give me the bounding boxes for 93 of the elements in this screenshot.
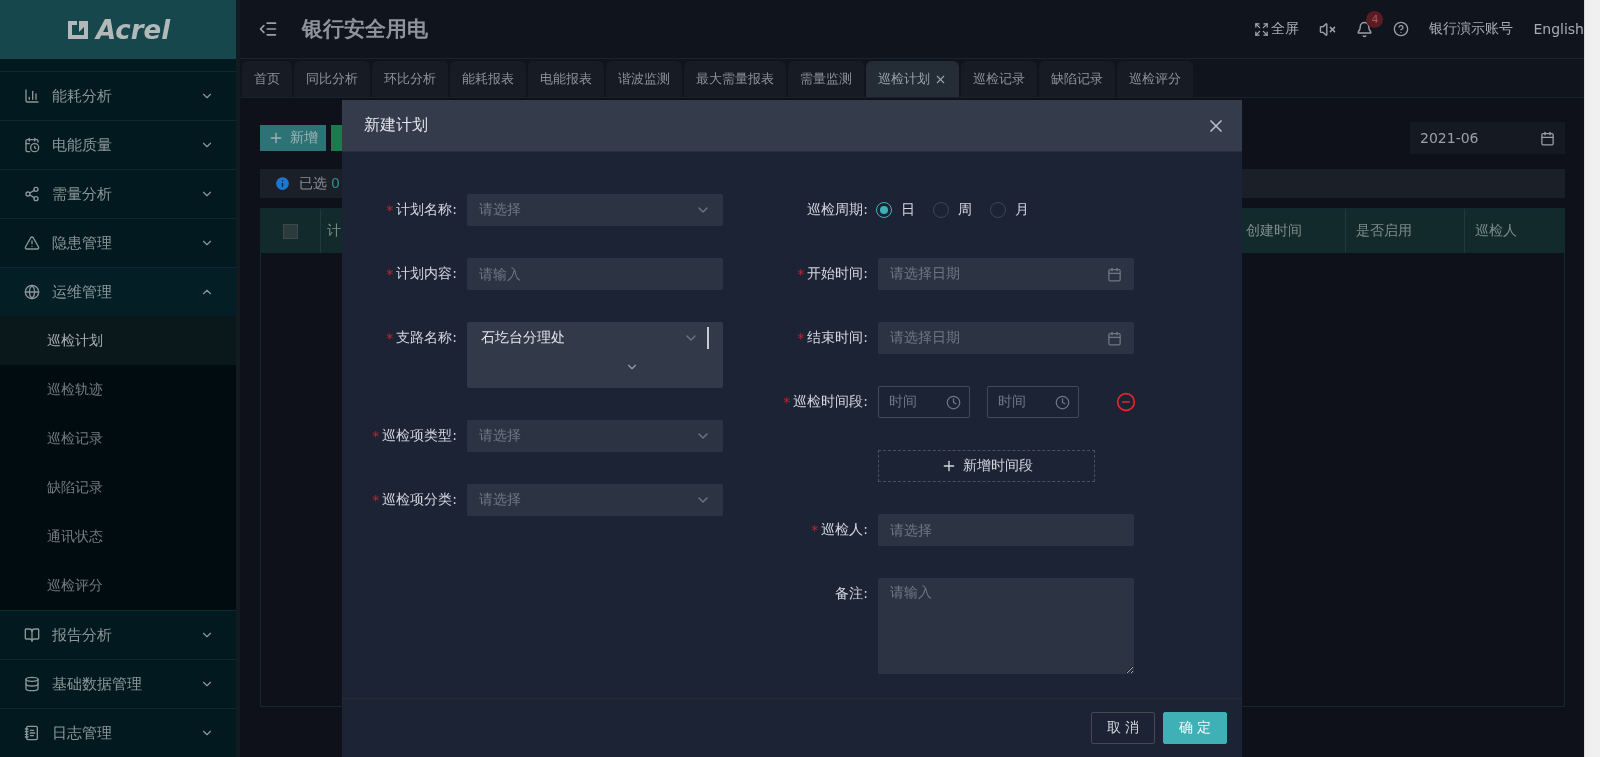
field-label: 计划内容: [396,265,457,283]
database-icon [24,676,40,692]
required-asterisk: * [386,330,394,346]
input-field[interactable]: 请输入 [467,258,723,290]
required-asterisk: * [797,266,805,282]
tab[interactable]: 环比分析 [372,61,448,97]
tab[interactable]: 需量监测 [788,61,864,97]
logo-icon [65,18,90,41]
radio-label: 周 [958,201,972,219]
radio-label: 日 [901,201,915,219]
column-header: 巡检人 [1474,221,1518,240]
tab[interactable]: 首页 [242,61,292,97]
sidebar-subitem[interactable]: 巡检轨迹 [0,365,236,414]
tab[interactable]: 最大需量报表 [684,61,786,97]
time-field[interactable]: 时间 [987,386,1079,418]
sidebar-subitem[interactable]: 缺陷记录 [0,463,236,512]
sidebar-item[interactable]: 需量分析 [0,169,236,218]
calendar-icon [24,137,40,153]
info-icon [274,175,291,192]
dialog-title: 新建计划 [364,115,428,136]
mute-icon[interactable] [1319,20,1337,38]
clock-icon [1055,394,1070,410]
add-time-range-button[interactable]: 新增时间段 [878,450,1095,482]
time-field[interactable]: 时间 [878,386,970,418]
notification-badge: 4 [1366,10,1384,28]
required-asterisk: * [811,522,819,538]
calendar-icon [1540,130,1555,146]
required-asterisk: * [372,492,380,508]
required-asterisk: * [386,202,394,218]
sidebar-subitem[interactable]: 巡检记录 [0,414,236,463]
field-label: 备注: [835,585,868,603]
column-header: 是否启用 [1346,209,1465,253]
date-field[interactable]: 2021-06 [1410,122,1565,154]
required-asterisk: * [783,394,791,410]
tab[interactable]: 谐波监测 [606,61,682,97]
tab[interactable]: 巡检记录 [961,61,1037,97]
nodes-icon [24,186,40,202]
fullscreen-button[interactable]: 全屏 [1254,20,1300,38]
notebook-icon [24,725,40,741]
app-title: 银行安全用电 [302,16,429,43]
logo-text: Acrel [95,14,171,45]
textarea-field[interactable]: 请输入 [878,578,1134,674]
radio-label: 月 [1015,201,1029,219]
calendar-icon [1107,330,1122,346]
sidebar-item[interactable]: 日志管理 [0,708,236,757]
scrollbar[interactable] [1584,0,1600,757]
language-link[interactable]: English [1533,21,1584,37]
field-label: 巡检人: [821,521,868,539]
checkbox[interactable] [283,223,298,239]
calendar-icon [1107,266,1122,282]
text-cursor [707,327,709,349]
account-name[interactable]: 银行演示账号 [1429,20,1514,38]
sidebar-item[interactable]: 报告分析 [0,610,236,659]
tab[interactable]: 巡检计划 [866,61,959,97]
tab[interactable]: 巡检评分 [1117,61,1193,97]
field-label: 计划名称: [396,201,457,219]
sidebar-item[interactable]: 运维管理 [0,267,236,316]
cancel-button[interactable]: 取 消 [1091,712,1155,744]
globe-icon [24,284,40,300]
tab[interactable]: 能耗报表 [450,61,526,97]
field-label: 巡检项类型: [382,427,457,445]
input-field[interactable]: 请选择 [878,514,1134,546]
sidebar-subitem[interactable]: 巡检计划 [0,316,236,365]
multi-select-field[interactable]: 石圪台分理处 [467,322,723,388]
sidebar-subitem[interactable]: 巡检评分 [0,561,236,610]
selected-value: 石圪台分理处 [481,329,566,347]
tab[interactable]: 电能报表 [528,61,604,97]
tab[interactable]: 缺陷记录 [1039,61,1115,97]
expand-icon [1254,21,1270,37]
clock-icon [946,394,961,410]
book-icon [24,627,40,643]
bell-icon[interactable] [1356,20,1374,38]
field-label: 巡检项分类: [382,491,457,509]
field-label: 结束时间: [807,329,868,347]
tab[interactable]: 同比分析 [294,61,370,97]
selection-count: 已选 0 [299,174,340,193]
required-asterisk: * [386,266,394,282]
menu-fold-icon[interactable] [258,19,278,39]
field-label: 开始时间: [807,265,868,283]
sidebar-item[interactable]: 能耗分析 [0,71,236,120]
sidebar-subitem[interactable]: 通讯状态 [0,512,236,561]
help-icon[interactable] [1393,21,1410,37]
bar-chart-icon [24,88,40,104]
required-asterisk: * [372,428,380,444]
sidebar-item[interactable]: 基础数据管理 [0,659,236,708]
field-label: 巡检时间段: [793,393,868,411]
field-label: 巡检周期: [807,201,868,219]
field-label: 支路名称: [396,329,457,347]
sidebar-item[interactable]: 电能质量 [0,120,236,169]
plus-icon [268,130,284,146]
remove-icon[interactable] [1116,392,1136,412]
warning-icon [24,235,40,251]
required-asterisk: * [797,330,805,346]
